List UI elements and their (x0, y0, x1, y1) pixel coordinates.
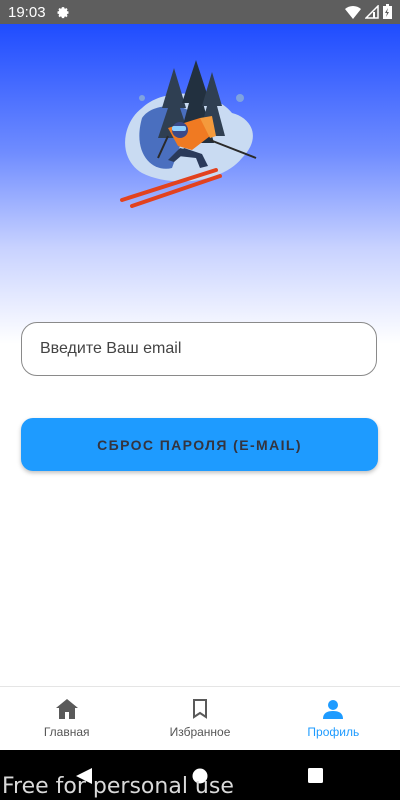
recents-icon[interactable] (308, 768, 323, 783)
nav-item-favorites[interactable]: Избранное (133, 687, 266, 751)
battery-icon (383, 4, 392, 19)
hero-banner (0, 24, 400, 344)
nav-label-home: Главная (43, 725, 90, 739)
person-icon (323, 700, 344, 719)
skier-illustration (120, 60, 257, 208)
nav-item-home[interactable]: Главная (0, 687, 133, 751)
wifi-icon (345, 5, 361, 19)
bookmark-icon (192, 699, 207, 719)
home-icon (55, 699, 78, 719)
bottom-navigation: Главная Избранное Профиль (0, 686, 400, 751)
settings-gear-icon (56, 5, 70, 19)
watermark-text: Free for personal use (2, 774, 234, 799)
status-bar: 19:03 (0, 0, 400, 24)
status-time: 19:03 (8, 3, 46, 21)
signal-icon (365, 4, 379, 19)
nav-label-profile: Профиль (307, 725, 360, 739)
email-field[interactable] (21, 322, 377, 376)
status-icons (345, 4, 392, 19)
nav-label-favorites: Избранное (169, 725, 231, 739)
nav-item-profile[interactable]: Профиль (267, 687, 400, 751)
email-input[interactable] (38, 339, 362, 359)
reset-password-button[interactable]: СБРОС ПАРОЛЯ (E-MAIL) (21, 418, 378, 471)
